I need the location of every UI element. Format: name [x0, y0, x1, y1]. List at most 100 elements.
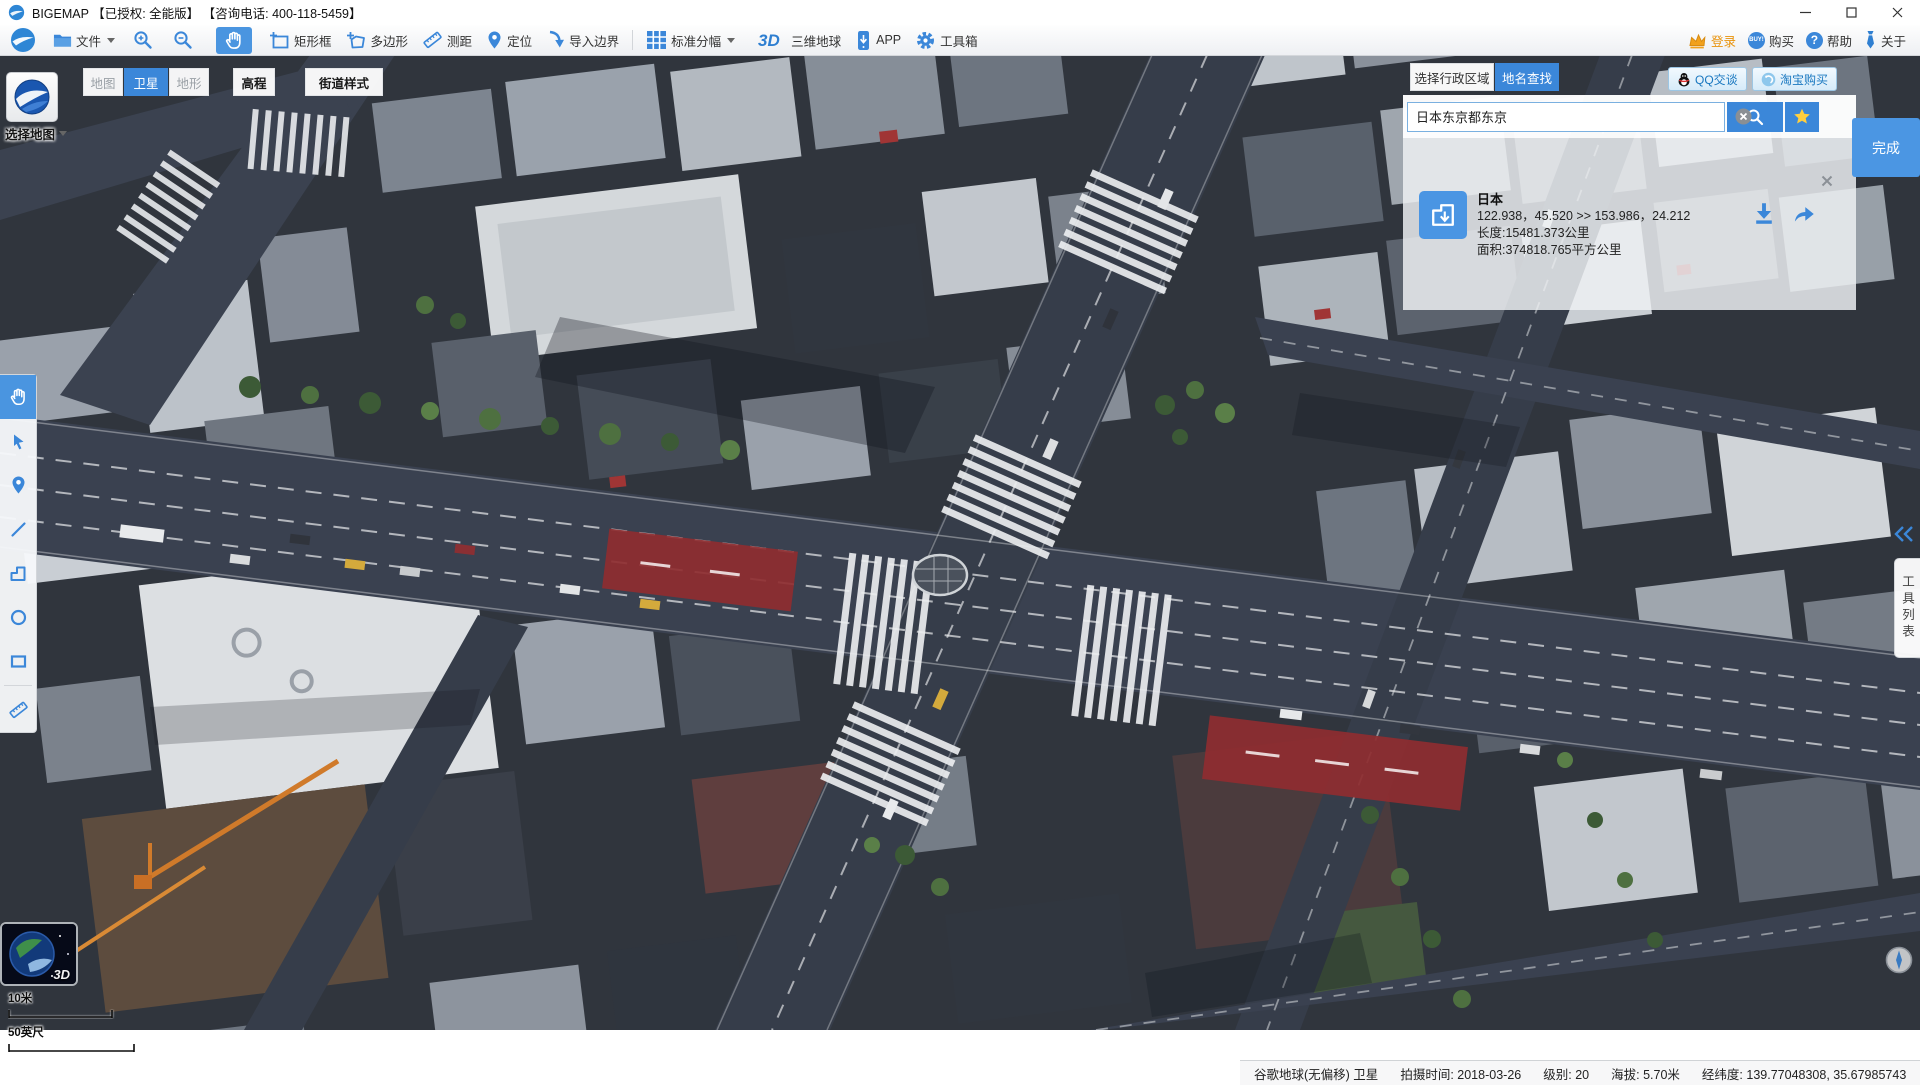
map-source-button[interactable] — [6, 72, 58, 122]
status-latlng: 经纬度: 139.77048308, 35.67985743 — [1701, 1067, 1907, 1082]
search-input[interactable] — [1407, 101, 1725, 132]
toolbar-separator — [632, 30, 634, 50]
grid-icon — [647, 31, 667, 49]
scale-indicator: 10米 50英尺 — [8, 990, 158, 1058]
cursor-icon — [13, 434, 23, 449]
marker-tool[interactable] — [0, 463, 36, 507]
tab-place-search[interactable]: 地名查找 — [1495, 63, 1559, 91]
result-area: 面积:374818.765平方公里 — [1477, 243, 1622, 257]
favorite-button[interactable] — [1785, 101, 1819, 132]
circle-tool[interactable] — [0, 595, 36, 639]
ruler-icon — [423, 31, 442, 49]
toolbox-button[interactable]: 工具箱 — [908, 27, 985, 54]
hand-icon — [225, 31, 241, 49]
globe-3d-button[interactable]: 3D 三维地球 — [750, 27, 848, 53]
phone-icon — [858, 30, 870, 50]
star-icon — [1794, 108, 1810, 124]
share-icon[interactable] — [1791, 200, 1817, 226]
done-button[interactable]: 完成 — [1852, 118, 1920, 177]
rectangle-select-button[interactable]: 矩形框 — [262, 28, 339, 53]
clear-search-icon[interactable] — [1735, 108, 1752, 125]
window-title-bar: BIGEMAP 【已授权: 全能版】 【咨询电话: 400-118-5459】 — [0, 0, 1920, 25]
status-capture-time: 拍摄时间: 2018-03-26 — [1400, 1067, 1522, 1082]
close-results-icon[interactable] — [1820, 174, 1834, 188]
polygon-select-button[interactable]: 多边形 — [339, 28, 416, 53]
measure-distance-button[interactable]: 测距 — [415, 27, 479, 53]
street-style-button[interactable]: 街道样式 — [305, 68, 383, 96]
tab-satellite[interactable]: 卫星 — [124, 68, 168, 96]
bigemap-logo-icon — [8, 4, 25, 21]
result-name: 日本 — [1477, 192, 1504, 207]
tool-list-tab[interactable]: 工具列表 — [1894, 558, 1920, 658]
step-polygon-icon — [10, 566, 26, 581]
tab-admin-region[interactable]: 选择行政区域 — [1410, 63, 1494, 91]
mini-globe-3d-button[interactable]: 3D — [0, 922, 78, 986]
ruler-icon — [8, 701, 28, 719]
rect-plus-icon — [270, 31, 289, 48]
minimize-button[interactable] — [1782, 0, 1828, 25]
polygon-tool[interactable] — [0, 551, 36, 595]
gear-icon — [917, 31, 935, 49]
compass-icon[interactable] — [1884, 945, 1914, 975]
app-button[interactable]: APP — [848, 27, 908, 54]
pin-icon — [488, 31, 501, 49]
scale-meters-label: 10米 — [8, 993, 33, 1005]
region-download-icon — [1419, 191, 1467, 239]
buy-button[interactable]: BUY! 购买 — [1742, 28, 1800, 53]
circle-icon — [10, 609, 26, 625]
locate-button[interactable]: 定位 — [479, 27, 539, 53]
toolbar-divider — [4, 685, 32, 686]
search-bar — [1403, 95, 1856, 138]
hand-icon — [10, 388, 25, 406]
magnifier-plus-icon — [134, 31, 152, 49]
polygon-plus-icon — [346, 31, 365, 48]
zoom-in-button[interactable] — [126, 27, 160, 53]
svg-text:3D: 3D — [758, 31, 780, 50]
tab-terrain[interactable]: 地形 — [169, 68, 209, 96]
status-altitude: 海拔: 5.70米 — [1611, 1067, 1680, 1082]
3d-icon: 3D — [758, 31, 780, 50]
line-icon — [10, 521, 26, 537]
select-tool[interactable] — [0, 419, 36, 463]
satellite-map-canvas[interactable]: 选择地图 地图 卫星 地形 高程 街道样式 选择行政区域 地名查找 QQ交谈 淘… — [0, 55, 1920, 1085]
magnifier-minus-icon — [174, 31, 192, 49]
login-button[interactable]: 登录 — [1681, 28, 1742, 53]
maximize-button[interactable] — [1828, 0, 1874, 25]
chevron-down-icon — [107, 37, 116, 43]
file-menu-button[interactable]: 文件 — [46, 28, 122, 53]
import-arrow-icon — [549, 30, 565, 48]
zoom-out-button[interactable] — [166, 27, 200, 53]
question-badge-icon: ? — [1805, 31, 1823, 49]
rectangle-icon — [10, 654, 26, 668]
buy-badge-icon: BUY! — [1747, 31, 1765, 49]
select-map-label[interactable]: 选择地图 — [5, 124, 68, 143]
pan-tool[interactable] — [0, 375, 36, 419]
search-results-panel: 日本 122.938，45.520 >> 153.986，24.212 长度:1… — [1403, 138, 1856, 310]
taobao-buy-button[interactable]: 淘宝购买 — [1752, 67, 1838, 91]
bigemap-logo-icon — [11, 28, 35, 52]
scale-feet-label: 50英尺 — [8, 1027, 44, 1039]
tab-elevation[interactable]: 高程 — [233, 68, 275, 96]
tie-icon — [1866, 31, 1874, 49]
qq-penguin-icon — [1678, 72, 1690, 86]
download-icon[interactable] — [1751, 200, 1777, 226]
about-button[interactable]: 关于 — [1858, 27, 1912, 53]
result-length: 长度:15481.373公里 — [1477, 226, 1590, 240]
import-boundary-button[interactable]: 导入边界 — [539, 27, 626, 53]
standard-sheet-button[interactable]: 标准分幅 — [639, 27, 742, 53]
help-button[interactable]: ? 帮助 — [1800, 28, 1858, 53]
pan-tool-button[interactable] — [216, 26, 253, 54]
qq-chat-button[interactable]: QQ交谈 — [1668, 67, 1747, 91]
rectangle-tool[interactable] — [0, 639, 36, 683]
line-tool[interactable] — [0, 507, 36, 551]
scale-meters-bar — [8, 1010, 113, 1018]
crown-icon — [1689, 33, 1706, 48]
close-button[interactable] — [1874, 0, 1920, 25]
mini-globe-label: 3D — [53, 967, 70, 982]
search-result-row[interactable]: 日本 122.938，45.520 >> 153.986，24.212 长度:1… — [1419, 191, 1690, 259]
chevron-down-icon — [727, 37, 736, 43]
collapse-panel-chevron-icon[interactable] — [1893, 525, 1915, 543]
tab-map[interactable]: 地图 — [83, 68, 123, 96]
folder-icon — [53, 34, 72, 47]
measure-tool[interactable] — [0, 688, 36, 732]
